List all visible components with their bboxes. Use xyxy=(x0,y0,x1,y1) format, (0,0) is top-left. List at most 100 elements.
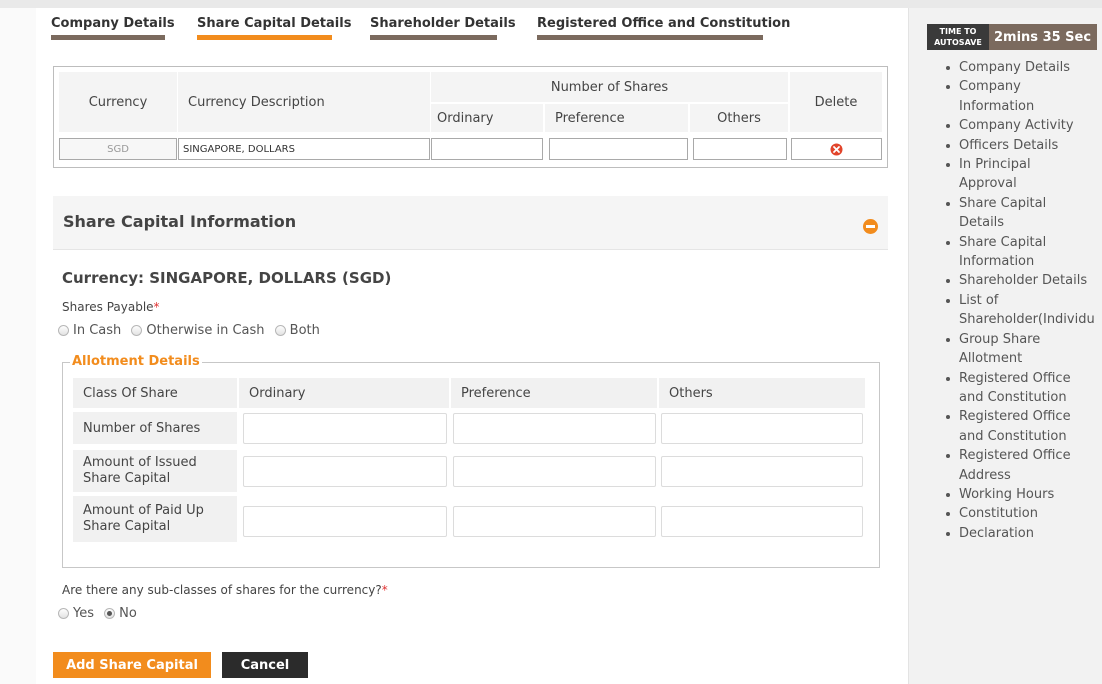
autosave-timer: 2mins 35 Sec xyxy=(989,24,1097,50)
radio-in-cash[interactable] xyxy=(58,325,69,336)
preference-shares-field[interactable] xyxy=(549,138,688,160)
row-issued-share-capital: Amount of Issued Share Capital xyxy=(73,450,237,492)
nav-item[interactable]: Registered Office Address xyxy=(940,446,1102,485)
nav-item-label: Details xyxy=(959,215,1005,231)
header-currency-description: Currency Description xyxy=(178,72,430,132)
top-bar xyxy=(0,0,1102,8)
allotment-legend: Allotment Details xyxy=(70,354,202,369)
required-mark: * xyxy=(381,583,388,597)
autosave-label-line2: AUTOSAVE xyxy=(934,38,982,47)
nav-item[interactable]: Company Activity xyxy=(940,116,1102,135)
nav-item[interactable]: Share Capital Details xyxy=(940,194,1102,233)
tab-indicator xyxy=(51,35,165,40)
nav-item[interactable]: Shareholder Details xyxy=(940,271,1102,290)
input-ordinary-issued-capital[interactable] xyxy=(243,456,447,487)
subclass-question: Are there any sub-classes of shares for … xyxy=(62,583,388,597)
nav-item[interactable]: In Principal Approval xyxy=(940,155,1102,194)
nav-item[interactable]: Constitution xyxy=(940,504,1102,523)
nav-item-label: Declaration xyxy=(959,525,1034,541)
radio-label: No xyxy=(119,606,137,621)
tab-indicator xyxy=(537,35,763,40)
radio-label: In Cash xyxy=(73,323,122,338)
tab-label: Share Capital Details xyxy=(197,16,352,31)
radio-label: Otherwise in Cash xyxy=(146,323,265,338)
input-preference-paid-up-capital[interactable] xyxy=(453,506,656,537)
add-share-capital-button[interactable]: Add Share Capital xyxy=(53,652,211,678)
tab-label: Company Details xyxy=(51,16,175,31)
col-class-of-share: Class Of Share xyxy=(73,378,237,408)
header-preference: Preference xyxy=(545,104,688,132)
radio-otherwise-in-cash[interactable] xyxy=(131,325,143,336)
nav-item[interactable]: List of Shareholder(Individu xyxy=(940,291,1102,330)
nav-item-label: Officers Details xyxy=(959,137,1059,153)
nav-item[interactable]: Registered Office and Constitution xyxy=(940,369,1102,408)
header-delete: Delete xyxy=(790,72,882,132)
input-others-number-of-shares[interactable] xyxy=(661,413,863,444)
section-nav: Company Details Company Information Company… xyxy=(940,58,1102,543)
nav-item-label: Share Capital xyxy=(959,234,1047,250)
nav-item-label: Information xyxy=(959,254,1035,270)
nav-item[interactable]: Registered Office and Constitution xyxy=(940,407,1102,446)
nav-item[interactable]: Working Hours xyxy=(940,485,1102,504)
nav-item[interactable]: Declaration xyxy=(940,524,1102,543)
tab-indicator xyxy=(370,35,497,40)
delete-icon[interactable] xyxy=(830,143,843,156)
col-preference: Preference xyxy=(451,378,657,408)
subclass-question-text: Are there any sub-classes of shares for … xyxy=(62,583,382,597)
nav-item[interactable]: Company Details xyxy=(940,58,1102,77)
autosave-label-line1: TIME TO xyxy=(939,27,977,36)
nav-item-label: Working Hours xyxy=(959,486,1055,502)
section-title: Share Capital Information xyxy=(63,212,297,231)
input-others-issued-capital[interactable] xyxy=(661,456,863,487)
row-number-of-shares: Number of Shares xyxy=(73,412,237,444)
others-shares-field[interactable] xyxy=(693,138,787,160)
input-ordinary-paid-up-capital[interactable] xyxy=(243,506,447,537)
nav-item-label: Registered Office xyxy=(959,448,1071,464)
nav-item[interactable]: Company Information xyxy=(940,77,1102,116)
input-ordinary-number-of-shares[interactable] xyxy=(243,413,447,444)
tab-label: Shareholder Details xyxy=(370,16,516,31)
currency-heading: Currency: SINGAPORE, DOLLARS (SGD) xyxy=(62,269,392,287)
nav-item-label: Approval xyxy=(959,176,1017,192)
autosave-label: TIME TO AUTOSAVE xyxy=(927,24,989,50)
radio-no[interactable] xyxy=(104,608,116,619)
collapse-icon[interactable] xyxy=(863,219,878,234)
currency-description-field: SINGAPORE, DOLLARS xyxy=(178,138,430,160)
nav-item-label: Shareholder(Individu xyxy=(959,312,1095,328)
input-preference-number-of-shares[interactable] xyxy=(453,413,656,444)
left-margin xyxy=(0,8,36,684)
shares-payable-label: Shares Payable* xyxy=(62,300,160,314)
nav-item-label: Allotment xyxy=(959,351,1023,367)
delete-cell xyxy=(791,138,882,160)
nav-item[interactable]: Share Capital Information xyxy=(940,233,1102,272)
col-ordinary: Ordinary xyxy=(239,378,449,408)
nav-item-label: and Constitution xyxy=(959,389,1067,405)
shares-payable-options: In Cash Otherwise in Cash Both xyxy=(58,323,320,338)
nav-item-label: and Constitution xyxy=(959,428,1067,444)
nav-item-label: Constitution xyxy=(959,506,1038,522)
required-mark: * xyxy=(153,300,160,314)
radio-label: Both xyxy=(289,323,320,338)
radio-both[interactable] xyxy=(274,325,286,336)
shares-payable-text: Shares Payable xyxy=(62,300,154,314)
header-ordinary: Ordinary xyxy=(431,104,543,132)
col-others: Others xyxy=(659,378,865,408)
tab-company-details[interactable]: Company Details xyxy=(51,16,175,40)
radio-yes[interactable] xyxy=(58,608,69,619)
input-others-paid-up-capital[interactable] xyxy=(661,506,863,537)
radio-label: Yes xyxy=(73,606,94,621)
tab-share-capital-details[interactable]: Share Capital Details xyxy=(197,16,352,40)
nav-item[interactable]: Officers Details xyxy=(940,136,1102,155)
cancel-button[interactable]: Cancel xyxy=(222,652,308,678)
nav-item[interactable]: Group Share Allotment xyxy=(940,330,1102,369)
header-others: Others xyxy=(690,104,788,132)
tab-registered-office[interactable]: Registered Office and Constitution xyxy=(537,16,791,40)
tab-shareholder-details[interactable]: Shareholder Details xyxy=(370,16,516,40)
input-preference-issued-capital[interactable] xyxy=(453,456,656,487)
tab-label: Registered Office and Constitution xyxy=(537,16,791,31)
nav-item-label: Address xyxy=(959,467,1011,483)
ordinary-shares-field[interactable] xyxy=(431,138,543,160)
nav-item-label: Group Share xyxy=(959,331,1041,347)
nav-item-label: Company xyxy=(959,79,1021,95)
nav-item-label: Registered Office xyxy=(959,370,1071,386)
